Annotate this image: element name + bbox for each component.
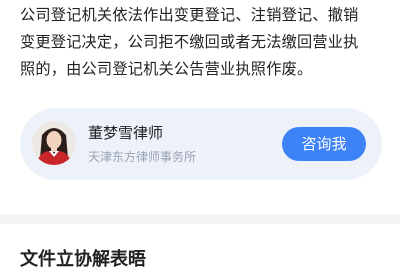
article-body: 公司登记机关依法作出变更登记、注销登记、撤销 变更登记决定，公司拒不缴回或者无法… [20,2,386,83]
article-line: 公司登记机关依法作出变更登记、注销登记、撤销 [20,6,359,24]
section-heading: 文件立协解表晤 [20,249,146,270]
lawyer-portrait-icon [32,121,76,165]
section-divider [0,214,400,224]
article-line: 变更登记决定，公司拒不缴回或者无法缴回营业执 [20,33,359,51]
law-firm-name: 天津东方律师事务所 [88,150,197,164]
avatar[interactable] [32,121,76,165]
lawyer-card[interactable]: 董梦雪律师 天津东方律师事务所 咨询我 [20,108,382,180]
consult-button[interactable]: 咨询我 [282,127,366,161]
lawyer-name[interactable]: 董梦雪律师 [88,122,163,143]
article-line: 照的，由公司登记机关公告营业执照作废。 [20,60,313,78]
